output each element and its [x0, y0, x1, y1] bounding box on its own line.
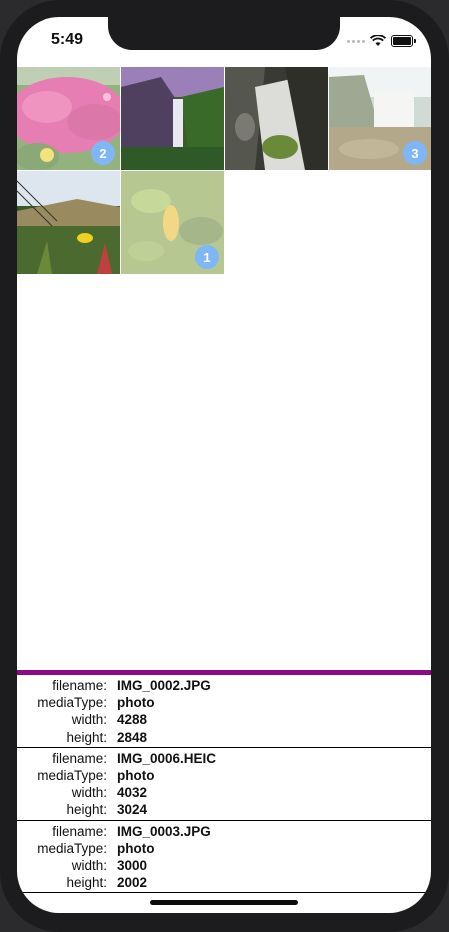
- field-label: filename:: [52, 750, 107, 766]
- asset-info-list: filename: IMG_0002.JPG mediaType: photo …: [17, 675, 431, 894]
- field-label: height:: [66, 802, 107, 818]
- asset-info-block: filename: IMG_0006.HEIC mediaType: photo…: [17, 748, 431, 821]
- info-row-filename: filename: IMG_0002.JPG: [17, 677, 431, 694]
- width-value: 4288: [117, 712, 148, 728]
- info-row-filename: filename: IMG_0006.HEIC: [17, 750, 431, 767]
- status-icons: [347, 35, 416, 47]
- field-label: width:: [71, 712, 107, 728]
- signal-icon: [347, 39, 365, 43]
- mediatype-value: photo: [117, 767, 155, 783]
- wifi-icon: [370, 35, 386, 46]
- selection-badge: 3: [403, 141, 427, 165]
- field-label: width:: [71, 785, 107, 801]
- field-label: mediaType:: [37, 840, 107, 856]
- info-row-height: height: 3024: [17, 801, 431, 818]
- mediatype-value: photo: [117, 840, 155, 856]
- mediatype-value: photo: [117, 695, 155, 711]
- home-indicator[interactable]: [150, 900, 298, 905]
- width-value: 4032: [117, 785, 148, 801]
- photo-thumbnail[interactable]: [225, 67, 328, 170]
- filename-value: IMG_0003.JPG: [117, 823, 211, 839]
- info-row-height: height: 2848: [17, 729, 431, 746]
- info-row-mediatype: mediaType: photo: [17, 767, 431, 784]
- height-value: 3024: [117, 802, 148, 818]
- selection-badge: 1: [195, 245, 219, 269]
- height-value: 2848: [117, 729, 148, 745]
- photo-thumbnail[interactable]: 2: [17, 67, 120, 170]
- filename-value: IMG_0002.JPG: [117, 678, 211, 693]
- asset-info-block: filename: IMG_0003.JPG mediaType: photo …: [17, 821, 431, 894]
- info-row-height: height: 2002: [17, 874, 431, 891]
- photo-thumbnail[interactable]: 3: [329, 67, 431, 170]
- field-label: width:: [71, 857, 107, 873]
- height-value: 2002: [117, 875, 148, 891]
- info-row-width: width: 4032: [17, 784, 431, 801]
- info-row-width: width: 4288: [17, 711, 431, 728]
- photo-thumbnail[interactable]: [17, 171, 120, 274]
- field-label: height:: [66, 875, 107, 891]
- field-label: filename:: [52, 678, 107, 693]
- field-label: filename:: [52, 823, 107, 839]
- notch: [108, 17, 340, 50]
- photo-thumbnail[interactable]: [121, 67, 224, 170]
- selection-badge: 2: [91, 141, 115, 165]
- field-label: mediaType:: [37, 695, 107, 711]
- status-time: 5:49: [51, 31, 84, 48]
- device-frame: 5:49 2 3 1 filename: IMG_0002.JPG mediaT…: [0, 0, 449, 932]
- filename-value: IMG_0006.HEIC: [117, 750, 217, 766]
- field-label: mediaType:: [37, 767, 107, 783]
- battery-icon: [391, 35, 416, 47]
- asset-info-block: filename: IMG_0002.JPG mediaType: photo …: [17, 675, 431, 748]
- info-row-mediatype: mediaType: photo: [17, 694, 431, 711]
- photo-thumbnail[interactable]: 1: [121, 171, 224, 274]
- field-label: height:: [66, 729, 107, 745]
- info-row-mediatype: mediaType: photo: [17, 840, 431, 857]
- screen: 5:49 2 3 1 filename: IMG_0002.JPG mediaT…: [17, 17, 431, 913]
- info-row-filename: filename: IMG_0003.JPG: [17, 823, 431, 840]
- width-value: 3000: [117, 857, 148, 873]
- info-row-width: width: 3000: [17, 857, 431, 874]
